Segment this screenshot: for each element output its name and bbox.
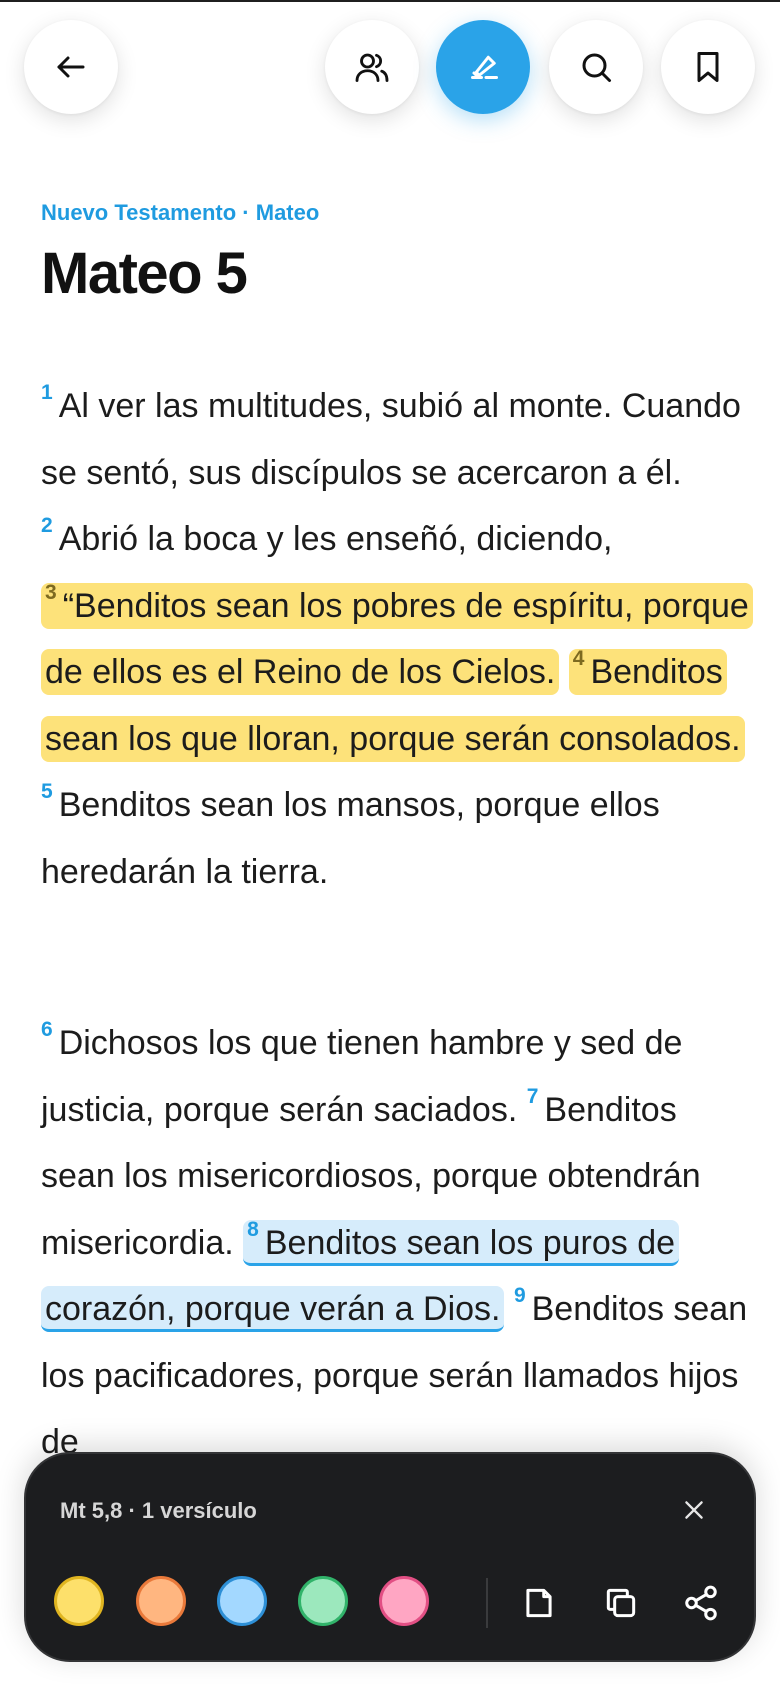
copy-icon: [606, 1588, 636, 1618]
selection-title: Mt 5,8 · 1 versículo: [60, 1498, 257, 1523]
color-swatch-orange[interactable]: [136, 1576, 186, 1626]
verse-number: 8: [247, 1217, 259, 1241]
paragraph-2: 6 Dichosos los que tienen hambre y sed de…: [41, 1010, 751, 1476]
bookmark-icon: [697, 52, 719, 82]
selection-sheet: Mt 5,8 · 1 versículo: [24, 1452, 756, 1662]
paragraph-1: 1 Al ver las multitudes, subió al monte. …: [41, 373, 753, 905]
highlight-button[interactable]: [436, 20, 530, 114]
verse-number: 4: [572, 647, 585, 671]
search-button[interactable]: [549, 20, 643, 114]
note-button[interactable]: [514, 1578, 564, 1628]
highlighter-icon: [471, 55, 498, 79]
verse-text: Al ver las multitudes, subió al monte. C…: [41, 387, 741, 492]
color-swatch-green[interactable]: [298, 1576, 348, 1626]
close-button[interactable]: [674, 1490, 714, 1530]
verse-text: Benditos sean los mansos, porque ellos h…: [41, 786, 660, 891]
page-title: Mateo 5: [41, 241, 248, 306]
verse-number: 3: [45, 580, 57, 604]
breadcrumb[interactable]: Nuevo Testamento · Mateo: [41, 200, 319, 226]
back-button[interactable]: [24, 20, 118, 114]
divider: [486, 1578, 488, 1628]
verse-1[interactable]: 1 Al ver las multitudes, subió al monte. …: [41, 382, 741, 492]
color-swatch-yellow[interactable]: [54, 1576, 104, 1626]
color-swatch-pink[interactable]: [379, 1576, 429, 1626]
share-icon: [685, 1585, 717, 1621]
copy-button[interactable]: [596, 1578, 646, 1628]
verse-number: 7: [526, 1084, 539, 1108]
search-icon: [582, 53, 611, 82]
bookmark-button[interactable]: [661, 20, 755, 114]
people-icon: [355, 53, 389, 82]
verse-2[interactable]: 2 Abrió la boca y les enseñó, diciendo,: [41, 515, 613, 558]
close-icon: [685, 1501, 703, 1519]
verse-5[interactable]: 5 Benditos sean los mansos, porque ellos …: [41, 781, 660, 891]
arrow-left-icon: [57, 56, 85, 78]
share-button[interactable]: [676, 1578, 726, 1628]
verse-number: 5: [41, 780, 53, 804]
verse-number: 9: [513, 1284, 526, 1308]
verse-text: Abrió la boca y les enseñó, diciendo,: [58, 520, 613, 558]
verse-number: 6: [41, 1018, 53, 1042]
note-icon: [526, 1588, 552, 1618]
color-swatch-blue[interactable]: [217, 1576, 267, 1626]
people-button[interactable]: [325, 20, 419, 114]
verse-number: 2: [41, 514, 53, 538]
verse-number: 1: [41, 381, 53, 405]
